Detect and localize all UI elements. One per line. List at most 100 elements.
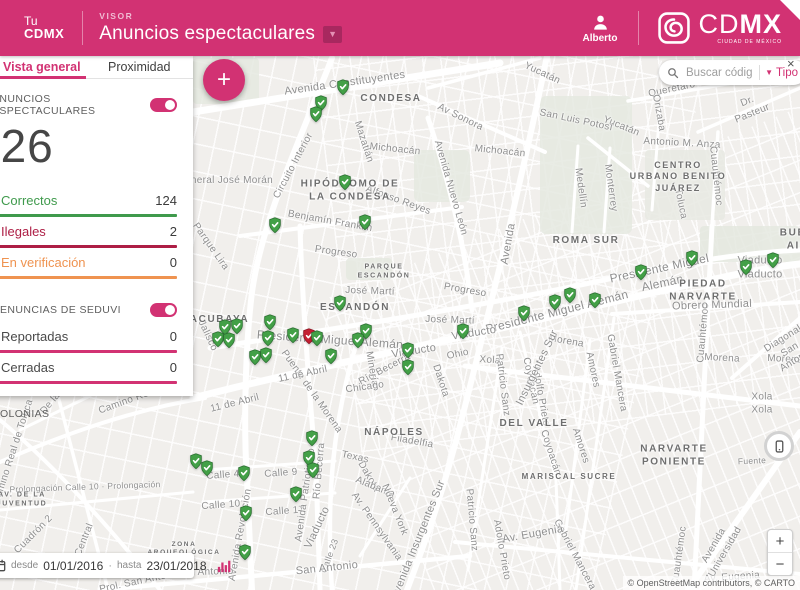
- marker-ok-shield-icon[interactable]: [264, 314, 277, 330]
- stat-value: 2: [170, 224, 177, 239]
- marker-ok-shield-icon[interactable]: [740, 259, 753, 275]
- marker-ok-shield-icon[interactable]: [310, 106, 323, 122]
- map-street-label: Avenida Nuevo León: [430, 139, 469, 237]
- section-label-anuncios: ANUNCIOS ESPECTACULARES: [0, 93, 150, 117]
- map-street-label: Adolfo Prieto: [529, 365, 552, 427]
- stat-value: 0: [170, 360, 177, 375]
- marker-ok-shield-icon[interactable]: [325, 348, 338, 364]
- search-bar[interactable]: ▼ Tipo: [659, 60, 800, 85]
- marker-ok-shield-icon[interactable]: [402, 342, 415, 358]
- title-dropdown-button[interactable]: ▼: [323, 26, 342, 43]
- marker-ok-shield-icon[interactable]: [306, 430, 319, 446]
- stat-row[interactable]: Reportadas0: [0, 329, 177, 353]
- map-street-label: Dr. Pasteur: [722, 87, 778, 129]
- tab-proximidad[interactable]: Proximidad: [86, 56, 194, 78]
- marker-ok-shield-icon[interactable]: [457, 323, 470, 339]
- app-label: VISOR: [99, 11, 342, 21]
- marker-ok-shield-icon[interactable]: [190, 453, 203, 469]
- map-street-label: Cuadrón 2: [12, 513, 56, 557]
- stat-row[interactable]: Cerradas0: [0, 360, 177, 384]
- map-street-label: Orizaba: [649, 94, 668, 133]
- marker-ok-shield-icon[interactable]: [262, 330, 275, 346]
- map-street-label: Prolongación Calle 10 · Prolongación: [9, 479, 160, 495]
- divider: [759, 65, 760, 80]
- marker-ok-shield-icon[interactable]: [307, 462, 320, 478]
- map-area-label: PARQUE ESCANDÓN: [358, 263, 411, 281]
- marker-ok-shield-icon[interactable]: [238, 465, 251, 481]
- stat-row[interactable]: En verificación0: [0, 255, 177, 279]
- map-street-label: Texas: [340, 449, 370, 467]
- marker-ok-shield-icon[interactable]: [287, 327, 300, 343]
- stat-bar: [0, 276, 177, 279]
- map-area-label: MARISCAL SUCRE: [522, 472, 617, 482]
- map-street-label: Dakota: [354, 459, 382, 494]
- marker-ok-shield-icon[interactable]: [239, 544, 252, 560]
- zoom-out-button[interactable]: −: [768, 553, 792, 575]
- locate-device-button[interactable]: [764, 431, 794, 461]
- user-name: Alberto: [583, 33, 618, 44]
- marker-ok-shield-icon[interactable]: [359, 214, 372, 230]
- map-street-label: Morena: [547, 333, 584, 352]
- close-icon[interactable]: ×: [787, 57, 795, 70]
- marker-ok-shield-icon[interactable]: [269, 217, 282, 233]
- date-range-bar[interactable]: desde 01/01/2016 · hasta 23/01/2018: [0, 553, 194, 578]
- marker-ok-shield-icon[interactable]: [223, 332, 236, 348]
- map-attribution: © OpenStreetMap contributors, © CARTO: [623, 576, 800, 590]
- map-street-label: Amores: [582, 351, 602, 389]
- cdmx-emblem-icon: [657, 11, 691, 45]
- map-street-label: Mazatlán: [350, 120, 375, 165]
- map-street-label: Michoacán: [369, 141, 421, 159]
- marker-ok-shield-icon[interactable]: [290, 486, 303, 502]
- stat-row[interactable]: Ilegales2: [0, 224, 177, 248]
- cdmx-logo: CDMX CIUDAD DE MÉXICO: [657, 11, 783, 45]
- marker-ok-shield-icon[interactable]: [635, 264, 648, 280]
- map-street-label: Avenida Insurgentes Sur: [389, 478, 449, 590]
- stat-value: 0: [170, 255, 177, 270]
- hasta-value: 23/01/2018: [146, 559, 206, 573]
- section-label-colonias: COLONIAS: [0, 408, 177, 420]
- map-street-label: Progreso: [443, 281, 488, 301]
- app: Avenida ConstituyentesMazatlánAv SonoraY…: [0, 0, 800, 590]
- map-street-label: Calle 10: [201, 498, 241, 513]
- chart-icon[interactable]: [217, 559, 231, 573]
- marker-ok-shield-icon[interactable]: [564, 287, 577, 303]
- map-street-label: Progreso: [314, 244, 358, 262]
- sidebar-panel: Vista general Proximidad ANUNCIOS ESPECT…: [0, 56, 193, 396]
- marker-ok-shield-icon[interactable]: [518, 305, 531, 321]
- map-area-label: ESCANDÓN: [320, 302, 390, 315]
- stat-row[interactable]: Correctos124: [0, 193, 177, 217]
- zoom-control: + −: [767, 529, 793, 576]
- marker-ok-shield-icon[interactable]: [334, 295, 347, 311]
- tab-vista-general[interactable]: Vista general: [0, 56, 86, 78]
- marker-ok-shield-icon[interactable]: [549, 294, 562, 310]
- add-button[interactable]: +: [203, 59, 245, 101]
- stat-bar: [0, 381, 177, 384]
- map-street-label: Alfonso Reyes: [364, 183, 433, 218]
- marker-ok-shield-icon[interactable]: [686, 250, 699, 266]
- map-street-label: Coyoacán: [519, 357, 541, 406]
- seduvi-toggle[interactable]: [150, 303, 177, 317]
- marker-ok-shield-icon[interactable]: [260, 347, 273, 363]
- desde-value: 01/01/2016: [43, 559, 103, 573]
- zoom-in-button[interactable]: +: [768, 530, 792, 553]
- map-street-label: Patricio Sanz: [462, 488, 480, 552]
- marker-ok-shield-icon[interactable]: [589, 292, 602, 308]
- map-grid-layer: [317, 47, 800, 590]
- marker-ok-shield-icon[interactable]: [339, 174, 352, 190]
- map-street-label: Ohio: [446, 347, 470, 364]
- marker-ok-shield-icon[interactable]: [337, 79, 350, 95]
- marker-ok-shield-icon[interactable]: [352, 332, 365, 348]
- tu-cdmx-logo[interactable]: Tu CDMX: [24, 15, 64, 41]
- marker-ok-shield-icon[interactable]: [240, 505, 253, 521]
- marker-ok-shield-icon[interactable]: [402, 359, 415, 375]
- chevron-down-icon: ▼: [328, 30, 337, 39]
- search-input[interactable]: [684, 66, 754, 80]
- map-street-label: Yucatán: [601, 114, 641, 140]
- user-menu[interactable]: Alberto: [583, 13, 618, 44]
- anuncios-toggle[interactable]: [150, 98, 177, 112]
- map-street-label: Coyoacán: [537, 429, 564, 478]
- marker-ok-shield-icon[interactable]: [311, 330, 324, 346]
- map-street-label: Cuauhtémoc: [695, 303, 713, 364]
- marker-ok-shield-icon[interactable]: [767, 252, 780, 268]
- map-street-label: Monterrey: [600, 164, 619, 213]
